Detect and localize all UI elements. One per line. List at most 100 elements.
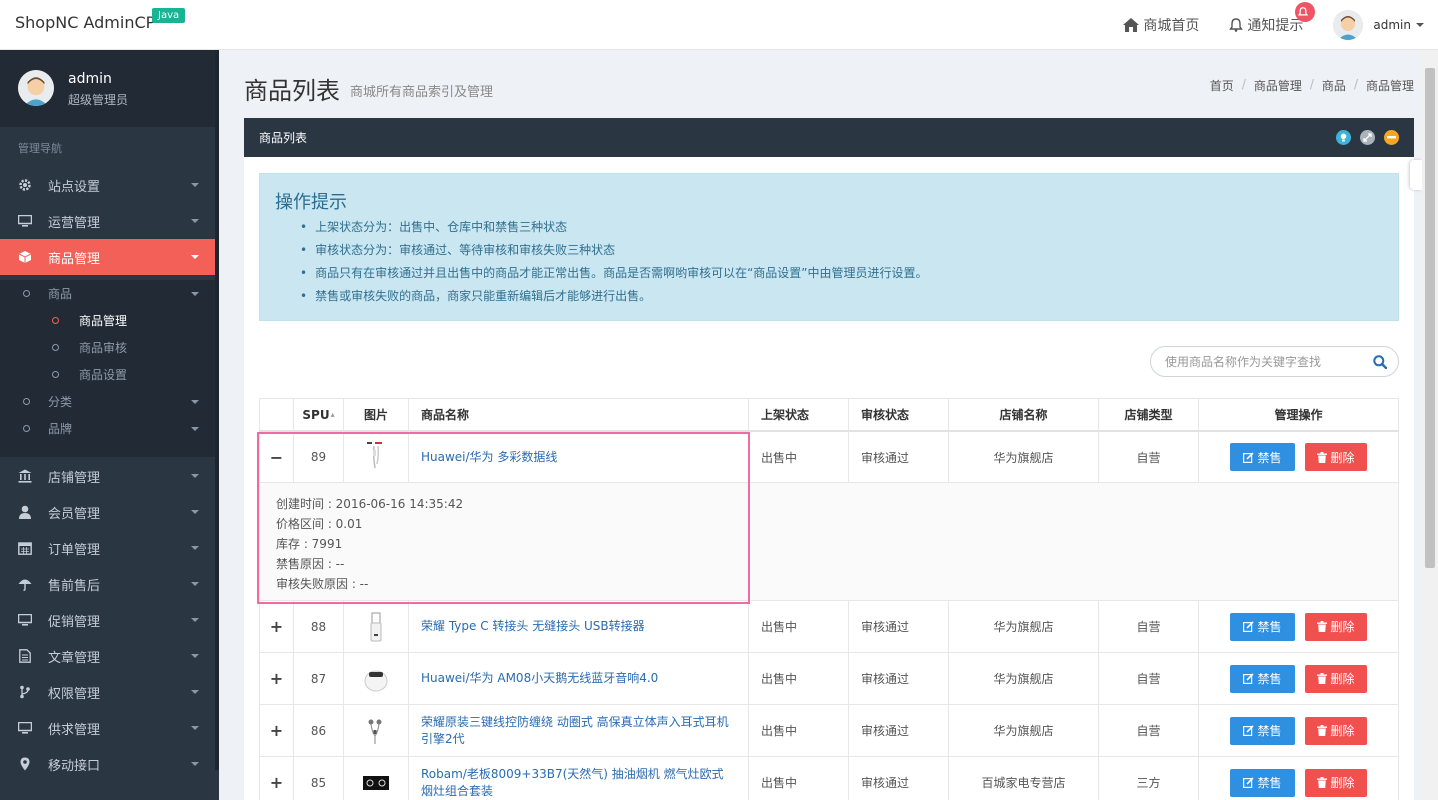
sidebar-sub-goods-settings[interactable]: 商品设置 bbox=[0, 361, 215, 388]
column-header-sale-status: 上架状态 bbox=[749, 399, 849, 430]
ban-button[interactable]: 禁售 bbox=[1230, 716, 1295, 745]
product-name-link[interactable]: Huawei/华为 多彩数据线 bbox=[421, 449, 571, 466]
table-header: SPU ▴ 图片 商品名称 上架状态 审核状态 店铺名称 店铺类型 管理操作 bbox=[259, 398, 1399, 432]
sidebar-item-mobile-api[interactable]: 移动接口 bbox=[0, 746, 215, 782]
ban-button[interactable]: 禁售 bbox=[1230, 664, 1295, 693]
search-input[interactable] bbox=[1165, 354, 1365, 369]
map-marker-icon bbox=[18, 757, 32, 771]
sidebar-item-articles[interactable]: 文章管理 bbox=[0, 638, 215, 674]
shop-name: 百城家电专营店 bbox=[949, 757, 1099, 800]
expand-icon[interactable] bbox=[1360, 130, 1375, 145]
product-name-link[interactable]: 荣耀 Type C 转接头 无缝接头 USB转接器 bbox=[421, 618, 659, 635]
edit-icon bbox=[1243, 725, 1255, 736]
delete-button[interactable]: 删除 bbox=[1305, 716, 1367, 745]
sidebar-item-members[interactable]: 会员管理 bbox=[0, 494, 215, 530]
shop-type: 三方 bbox=[1099, 757, 1199, 800]
shop-type: 自营 bbox=[1099, 601, 1199, 652]
sidebar-item-goods[interactable]: 商品管理 bbox=[0, 239, 215, 275]
sidebar-item-supply[interactable]: 供求管理 bbox=[0, 710, 215, 746]
product-name-link[interactable]: Robam/老板8009+33B7(天然气) 抽油烟机 燃气灶欧式烟灶组合套装 bbox=[421, 766, 748, 800]
user-menu[interactable]: admin bbox=[1333, 10, 1424, 40]
monitor-icon bbox=[18, 721, 32, 735]
sidebar-username: admin bbox=[68, 71, 112, 87]
sidebar-item-label: 文章管理 bbox=[48, 650, 101, 666]
delete-button[interactable]: 删除 bbox=[1305, 768, 1367, 797]
audit-status: 审核通过 bbox=[849, 432, 949, 482]
sidebar-user: admin 超级管理员 bbox=[0, 50, 219, 127]
product-name-link[interactable]: 荣耀原装三键线控防缠绕 动圈式 高保真立体声入耳式耳机引擎2代 bbox=[421, 714, 748, 748]
delete-button[interactable]: 删除 bbox=[1305, 443, 1367, 471]
search-icon[interactable] bbox=[1373, 355, 1387, 369]
sale-status: 出售中 bbox=[749, 653, 849, 704]
tips-title: 操作提示 bbox=[275, 192, 347, 213]
table-row: + 86 荣耀原装三键线控防缠绕 动圈式 高保真立体声入耳式耳机引擎2代 出售中… bbox=[259, 705, 1399, 757]
breadcrumb: 首页 / 商品管理 / 商品 / 商品管理 bbox=[1209, 77, 1414, 94]
column-header-spu[interactable]: SPU ▴ bbox=[294, 399, 344, 430]
trash-icon bbox=[1317, 451, 1328, 463]
cube-icon bbox=[18, 250, 32, 264]
delete-button[interactable]: 删除 bbox=[1305, 664, 1367, 693]
sidebar-sub-goods-manage[interactable]: 商品管理 bbox=[0, 307, 215, 334]
edit-icon bbox=[1243, 451, 1255, 463]
breadcrumb-item[interactable]: 商品 bbox=[1322, 77, 1346, 94]
monitor-icon bbox=[18, 613, 32, 627]
ban-button[interactable]: 禁售 bbox=[1230, 768, 1295, 797]
sidebar-item-operations[interactable]: 运营管理 bbox=[0, 203, 215, 239]
ban-button[interactable]: 禁售 bbox=[1230, 443, 1295, 471]
sidebar-sub-goods-audit[interactable]: 商品审核 bbox=[0, 334, 215, 361]
sidebar-sub-brand[interactable]: 品牌 bbox=[0, 415, 215, 442]
sidebar-scrollbar[interactable] bbox=[215, 50, 219, 770]
settings-tab[interactable] bbox=[1410, 160, 1422, 190]
notification-link[interactable]: 通知提示 bbox=[1229, 2, 1316, 35]
sidebar-item-orders[interactable]: 订单管理 bbox=[0, 530, 215, 566]
sidebar-item-permissions[interactable]: 权限管理 bbox=[0, 674, 215, 710]
sidebar-sub-goods[interactable]: 商品 bbox=[0, 280, 215, 307]
ban-button[interactable]: 禁售 bbox=[1230, 612, 1295, 641]
detail-stock: 库存 : 7991 bbox=[276, 537, 343, 551]
scrollbar-thumb[interactable] bbox=[1425, 68, 1435, 568]
lightbulb-icon[interactable] bbox=[1336, 130, 1351, 145]
page-scrollbar[interactable] bbox=[1422, 50, 1438, 800]
expand-toggle[interactable]: + bbox=[270, 617, 283, 636]
trash-icon bbox=[1317, 621, 1328, 632]
bell-icon bbox=[1229, 18, 1244, 32]
sidebar-item-label: 站点设置 bbox=[48, 179, 101, 195]
collapse-toggle[interactable]: − bbox=[270, 448, 283, 467]
collapse-icon[interactable] bbox=[1384, 130, 1399, 145]
sidebar-item-after-sales[interactable]: 售前售后 bbox=[0, 566, 215, 602]
expand-toggle[interactable]: + bbox=[270, 773, 283, 792]
product-name-link[interactable]: Huawei/华为 AM08小天鹅无线蓝牙音响4.0 bbox=[421, 670, 672, 687]
product-thumbnail[interactable] bbox=[359, 440, 393, 474]
product-thumbnail[interactable] bbox=[359, 610, 393, 644]
gear-icon bbox=[18, 178, 32, 192]
expand-toggle[interactable]: + bbox=[270, 721, 283, 740]
expand-toggle[interactable]: + bbox=[270, 669, 283, 688]
product-thumbnail[interactable] bbox=[359, 662, 393, 696]
search-box bbox=[1150, 346, 1399, 377]
avatar bbox=[18, 70, 54, 106]
breadcrumb-item[interactable]: 首页 bbox=[1210, 77, 1234, 94]
breadcrumb-item[interactable]: 商品管理 bbox=[1254, 77, 1302, 94]
home-icon bbox=[1123, 18, 1140, 32]
sidebar-sub-category[interactable]: 分类 bbox=[0, 388, 215, 415]
notification-badge bbox=[1295, 2, 1316, 22]
shop-type: 自营 bbox=[1099, 653, 1199, 704]
table-row: + 88 荣耀 Type C 转接头 无缝接头 USB转接器 出售中 审核通过 … bbox=[259, 601, 1399, 653]
brand-title[interactable]: ShopNC AdminCP bbox=[15, 13, 155, 32]
sidebar-item-promotions[interactable]: 促销管理 bbox=[0, 602, 215, 638]
sidebar-item-site-settings[interactable]: 站点设置 bbox=[0, 167, 215, 203]
monitor-icon bbox=[18, 214, 32, 228]
column-header-actions: 管理操作 bbox=[1199, 399, 1399, 430]
detail-price: 价格区间 : 0.01 bbox=[276, 517, 363, 531]
sidebar-item-label: 售前售后 bbox=[48, 578, 101, 594]
shop-home-link[interactable]: 商城首页 bbox=[1123, 15, 1199, 35]
sidebar-item-label: 促销管理 bbox=[48, 614, 101, 630]
column-header-audit-status: 审核状态 bbox=[849, 399, 949, 430]
sidebar-item-stores[interactable]: 店铺管理 bbox=[0, 458, 215, 494]
delete-button[interactable]: 删除 bbox=[1305, 612, 1367, 641]
product-thumbnail[interactable] bbox=[359, 766, 393, 800]
column-header-shop-name: 店铺名称 bbox=[949, 399, 1099, 430]
tips-list: 上架状态分为：出售中、仓库中和禁售三种状态 审核状态分为：审核通过、等待审核和审… bbox=[300, 219, 927, 311]
edit-icon bbox=[1243, 777, 1255, 788]
product-thumbnail[interactable] bbox=[359, 714, 393, 748]
